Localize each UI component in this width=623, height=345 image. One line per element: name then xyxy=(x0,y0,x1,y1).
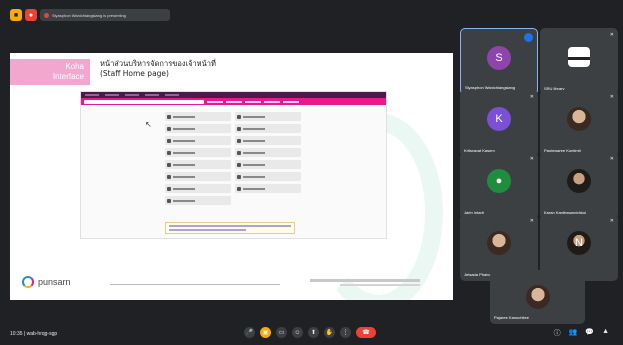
self-view-tile[interactable]: Pajaree Kanuchitee xyxy=(490,270,585,324)
module-tile xyxy=(235,160,301,169)
presenting-banner[interactable]: Siyasphon Wanichiangsiang is presenting xyxy=(40,9,170,21)
presenting-bar: ■ ● Siyasphon Wanichiangsiang is present… xyxy=(10,8,170,22)
present-icon[interactable]: ⬆ xyxy=(308,327,319,338)
sru-logo-icon xyxy=(568,47,590,68)
module-tile xyxy=(165,136,231,145)
slide-title: หน้าส่วนบริหารจัดการของเจ้าหน้าที่ (Staf… xyxy=(100,59,216,79)
koha-label-line1: Koha xyxy=(65,62,84,71)
avatar: N xyxy=(567,231,591,256)
module-tile xyxy=(165,160,231,169)
mic-off-icon: ✕ xyxy=(529,156,534,162)
module-tile xyxy=(165,184,231,193)
more-options-icon[interactable]: ⋮ xyxy=(340,327,351,338)
participant-tile[interactable]: S Siyasphon Wanichiangsiang xyxy=(460,28,538,95)
module-tile xyxy=(165,124,231,133)
module-tile xyxy=(165,112,231,121)
record-icon[interactable]: ● xyxy=(25,9,37,21)
bottom-control-bar: 10:35 | wab-hrqg-sgp 🎤 ▣ ▭ ☺ ⬆ ✋ ⋮ ☎ ⓘ 👥… xyxy=(0,326,623,345)
punsarn-brand: punsarn xyxy=(22,276,71,288)
avatar xyxy=(567,169,591,194)
module-tile xyxy=(235,148,301,157)
captions-icon[interactable]: ▭ xyxy=(276,327,287,338)
slide-title-thai: หน้าส่วนบริหารจัดการของเจ้าหน้าที่ xyxy=(100,59,216,68)
slide-title-sub: (Staff Home page) xyxy=(100,69,169,78)
info-icon[interactable]: ⓘ xyxy=(554,328,561,338)
people-icon[interactable]: 👥 xyxy=(569,328,578,338)
participant-tile[interactable]: ✕ K Kritsrapat Kasem xyxy=(460,90,538,157)
mic-off-icon: ✕ xyxy=(609,94,614,100)
person-icon: ● xyxy=(487,169,511,194)
presenting-text: Siyasphon Wanichiangsiang is presenting xyxy=(52,12,126,18)
participant-name: Jetsada Phaiva xyxy=(464,272,492,277)
avatar: K xyxy=(487,107,511,132)
side-panel-buttons: ⓘ 👥 💬 ▲ xyxy=(554,328,609,338)
module-tile xyxy=(165,196,231,205)
mic-off-icon: ✕ xyxy=(529,218,534,224)
participant-tile[interactable]: ✕ Papinwaree Kuntimit xyxy=(540,90,618,157)
mic-off-icon: ✕ xyxy=(609,32,614,38)
participant-tile[interactable]: ✕ Karan Kanthawanichkul xyxy=(540,152,618,219)
footer-note-line xyxy=(340,284,420,286)
presenting-dot-icon xyxy=(44,12,49,18)
koha-interface-label: Koha Interface xyxy=(10,59,90,85)
stop-presenting-icon[interactable]: ■ xyxy=(10,9,22,21)
module-tile xyxy=(165,172,231,181)
mic-off-icon: ✕ xyxy=(529,94,534,100)
punsarn-logo-icon xyxy=(22,276,34,288)
speaking-indicator-icon xyxy=(524,33,533,42)
footer-note-line xyxy=(310,279,420,282)
participant-tile[interactable]: ✕ ● Jarin Intarit xyxy=(460,152,538,219)
mic-icon[interactable]: 🎤 xyxy=(244,327,255,338)
koha-staff-home-screenshot: ↖ xyxy=(80,91,387,239)
mic-off-icon: ✕ xyxy=(609,218,614,224)
participant-tile[interactable]: ✕ SRU library xyxy=(540,28,618,95)
activities-icon[interactable]: ▲ xyxy=(602,328,609,338)
participant-name: Pajaree Kanuchitee xyxy=(494,315,529,320)
avatar xyxy=(487,231,511,256)
koha-search-bar xyxy=(81,98,386,105)
mouse-cursor-icon: ↖ xyxy=(145,120,152,129)
raise-hand-icon[interactable]: ✋ xyxy=(324,327,335,338)
punsarn-brand-text: punsarn xyxy=(38,277,71,287)
end-call-button[interactable]: ☎ xyxy=(356,327,376,338)
module-tile xyxy=(235,172,301,181)
chat-icon[interactable]: 💬 xyxy=(585,328,594,338)
shared-slide: Koha Interface หน้าส่วนบริหารจัดการของเจ… xyxy=(10,53,453,300)
module-tile xyxy=(235,184,301,193)
koha-search-input xyxy=(84,99,204,104)
koha-news-box xyxy=(165,222,295,234)
koha-label-line2: Interface xyxy=(52,72,84,81)
module-tile xyxy=(165,148,231,157)
avatar xyxy=(567,107,591,132)
meet-window: ■ ● Siyasphon Wanichiangsiang is present… xyxy=(0,0,623,345)
avatar: S xyxy=(487,45,511,70)
module-tile xyxy=(235,136,301,145)
avatar xyxy=(525,285,550,309)
footer-divider xyxy=(110,284,280,285)
module-tile xyxy=(235,124,301,133)
camera-icon[interactable]: ▣ xyxy=(260,327,271,338)
mic-off-icon: ✕ xyxy=(609,156,614,162)
meeting-controls: 🎤 ▣ ▭ ☺ ⬆ ✋ ⋮ ☎ xyxy=(244,327,376,338)
koha-module-grid xyxy=(165,112,301,205)
module-tile xyxy=(235,112,301,121)
reaction-icon[interactable]: ☺ xyxy=(292,327,303,338)
meeting-info: 10:35 | wab-hrqg-sgp xyxy=(10,331,58,337)
